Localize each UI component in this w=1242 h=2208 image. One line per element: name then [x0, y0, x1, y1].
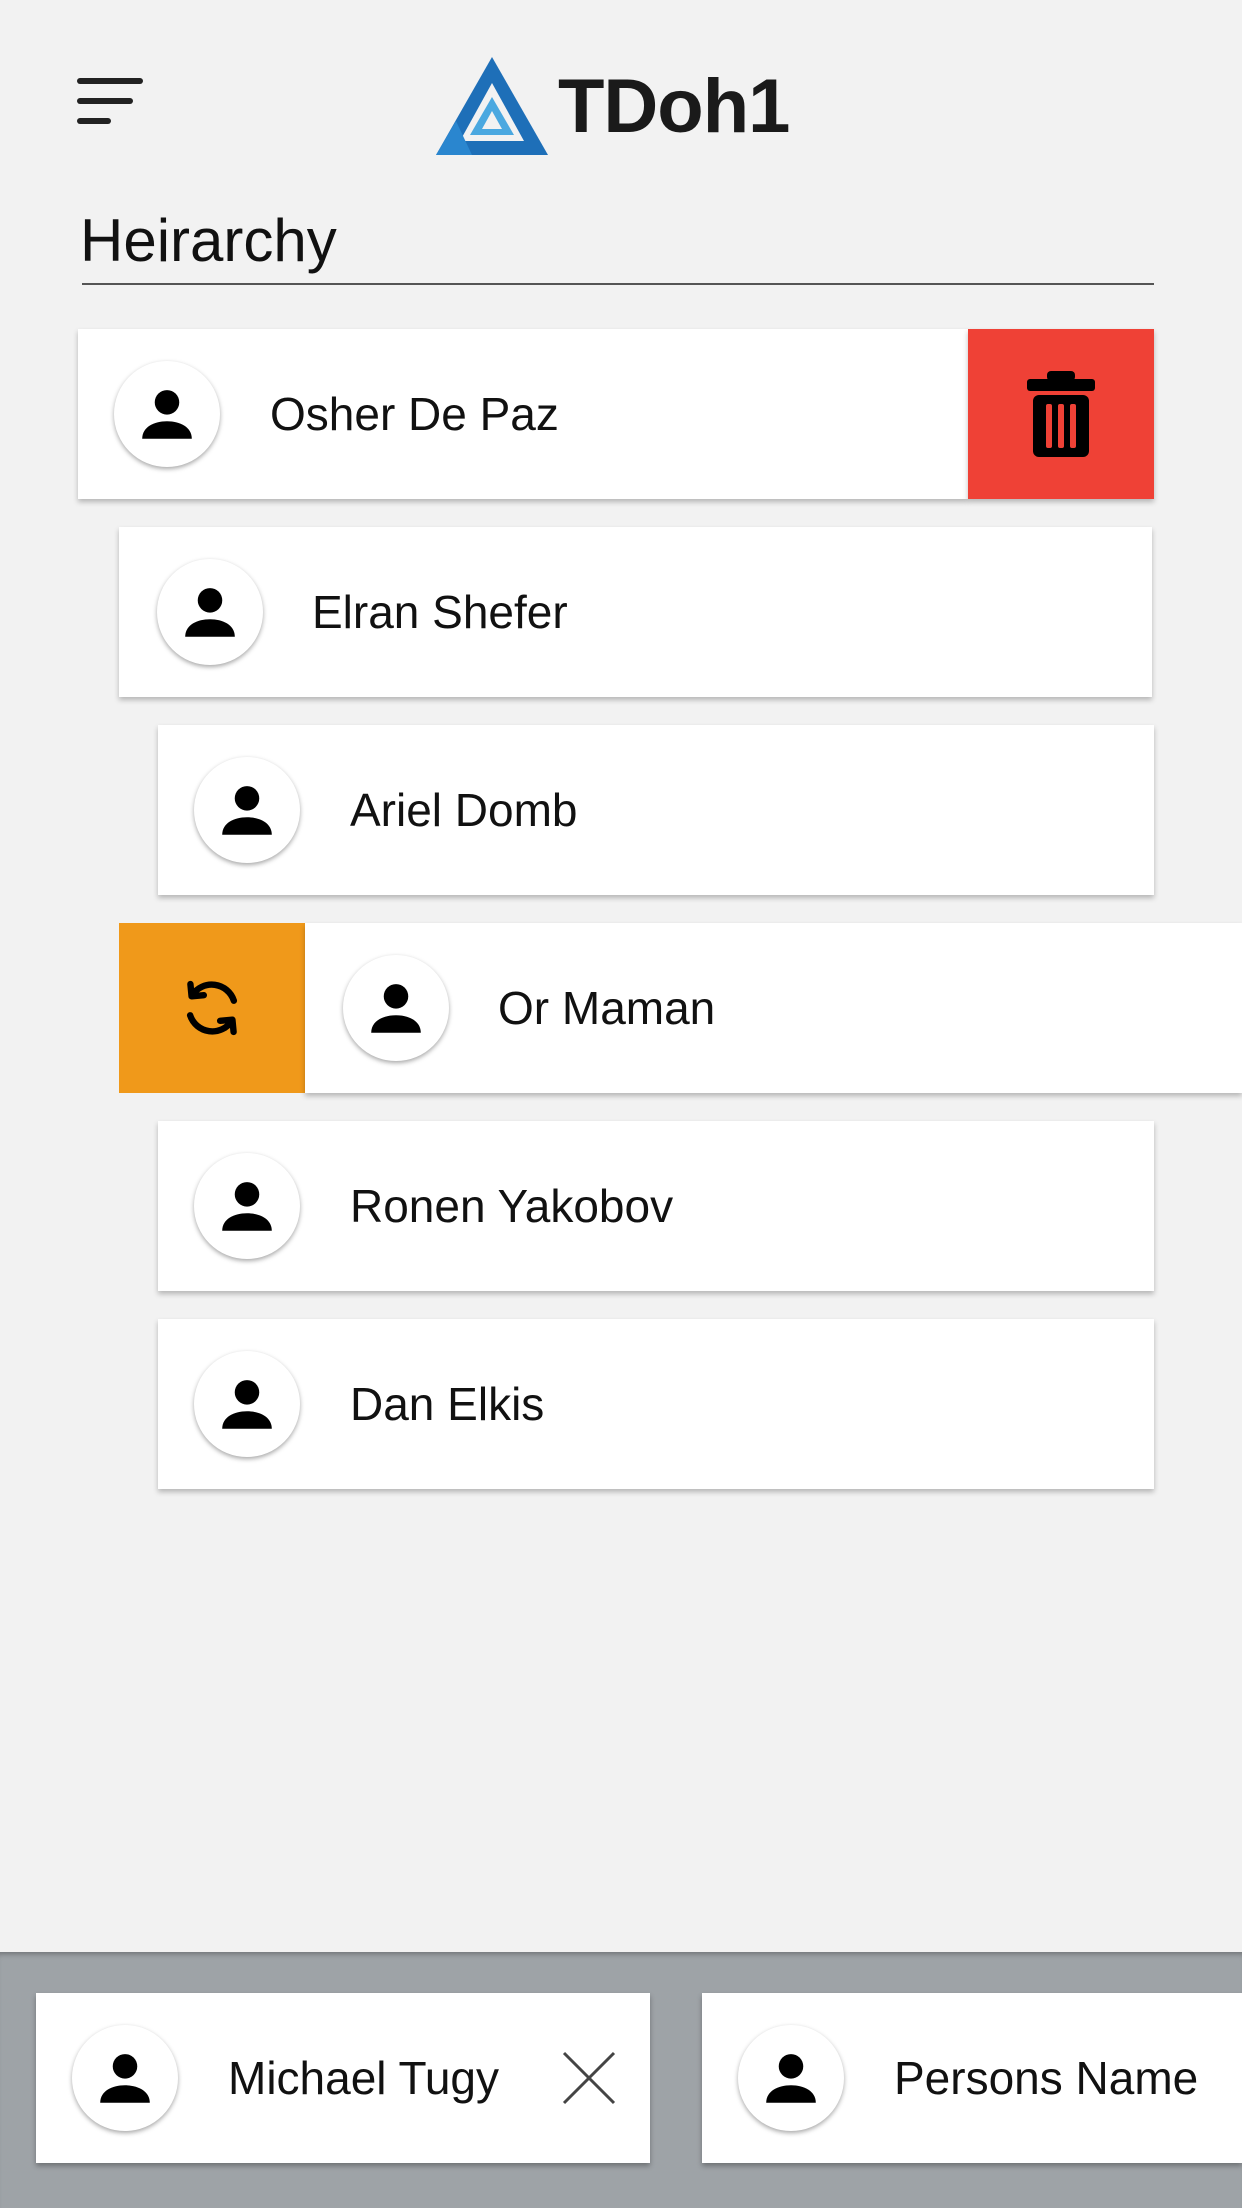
- hierarchy-item[interactable]: Dan Elkis: [158, 1319, 1154, 1489]
- person-icon: [371, 984, 421, 1033]
- person-icon: [185, 588, 235, 637]
- tray-person-card[interactable]: Michael Tugy: [36, 1993, 650, 2163]
- menu-line: [77, 118, 111, 124]
- reassign-button[interactable]: [119, 923, 305, 1093]
- avatar: [194, 1153, 300, 1259]
- page-title: Heirarchy: [80, 207, 337, 274]
- hierarchy-item-name: Ronen Yakobov: [350, 1180, 674, 1232]
- avatar: [738, 2025, 844, 2131]
- hierarchy-item-name: Osher De Paz: [270, 388, 559, 440]
- hierarchy-item[interactable]: Elran Shefer: [119, 527, 1152, 697]
- person-icon: [766, 2054, 816, 2103]
- refresh-icon: [186, 980, 238, 1036]
- avatar: [194, 1351, 300, 1457]
- hierarchy-item-name: Dan Elkis: [350, 1378, 545, 1430]
- hierarchy-item-name: Or Maman: [498, 982, 716, 1034]
- hierarchy-item[interactable]: Ronen Yakobov: [158, 1121, 1154, 1291]
- triangle-logo-icon: [436, 57, 548, 155]
- logo-text: TDoh1: [558, 63, 790, 149]
- avatar: [194, 757, 300, 863]
- avatar: [157, 559, 263, 665]
- hierarchy-item-name: Elran Shefer: [312, 586, 568, 638]
- person-icon: [222, 1182, 272, 1231]
- person-icon: [222, 786, 272, 835]
- avatar: [72, 2025, 178, 2131]
- app-logo: TDoh1: [436, 56, 790, 156]
- person-icon: [222, 1380, 272, 1429]
- menu-line: [77, 98, 133, 104]
- hierarchy-item[interactable]: Or Maman: [305, 923, 1242, 1093]
- hierarchy-item[interactable]: Ariel Domb: [158, 725, 1154, 895]
- avatar: [343, 955, 449, 1061]
- hierarchy-item-name: Ariel Domb: [350, 784, 578, 836]
- delete-button[interactable]: [968, 329, 1154, 499]
- tray-person-name: Michael Tugy: [228, 2052, 500, 2104]
- title-divider: [82, 283, 1154, 285]
- menu-line: [77, 78, 143, 84]
- person-icon: [142, 390, 192, 439]
- hierarchy-item[interactable]: Osher De Paz: [78, 329, 968, 499]
- tray-person-card[interactable]: Persons Name: [702, 1993, 1242, 2163]
- trash-icon: [1027, 371, 1095, 457]
- hamburger-menu-icon[interactable]: [77, 76, 145, 128]
- avatar: [114, 361, 220, 467]
- person-icon: [100, 2054, 150, 2103]
- close-icon[interactable]: [560, 2049, 618, 2107]
- tray-person-name: Persons Name: [894, 2052, 1199, 2104]
